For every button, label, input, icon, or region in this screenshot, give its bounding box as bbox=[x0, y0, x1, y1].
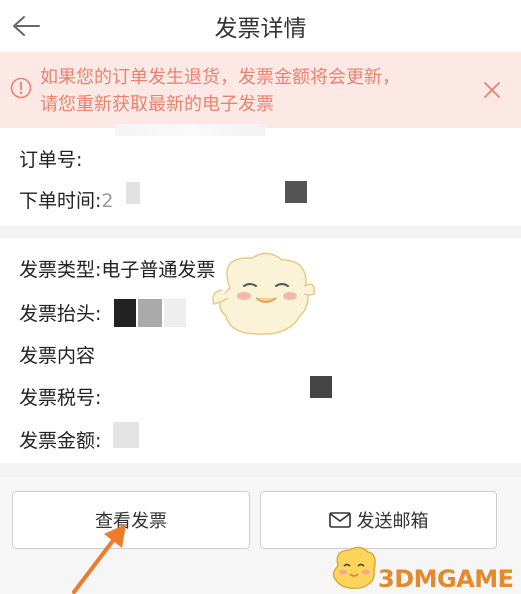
notice-close-button[interactable] bbox=[478, 76, 506, 104]
invoice-header-label: 发票抬头: bbox=[19, 303, 102, 325]
invoice-amount-label: 发票金额: bbox=[19, 430, 102, 452]
section-divider bbox=[0, 226, 521, 238]
redaction-blur bbox=[115, 124, 265, 136]
redaction-block bbox=[310, 376, 332, 398]
redaction-block bbox=[164, 299, 186, 327]
notice-line-1: 如果您的订单发生退货，发票金额将会更新， bbox=[40, 67, 400, 88]
invoice-content-label: 发票内容 bbox=[19, 345, 96, 367]
invoice-type-label: 发票类型: bbox=[19, 259, 102, 281]
send-email-label: 发送邮箱 bbox=[356, 511, 429, 532]
order-time-value: 2 bbox=[101, 190, 114, 212]
redaction-block bbox=[114, 299, 136, 327]
notice-line-2: 请您重新获取最新的电子发票 bbox=[40, 94, 274, 115]
info-circle-icon bbox=[10, 77, 32, 99]
header-bar: 发票详情 bbox=[0, 0, 521, 52]
watermark-mascot-icon bbox=[332, 546, 376, 589]
order-time-label: 下单时间: bbox=[19, 190, 102, 212]
order-no-label: 订单号: bbox=[19, 149, 83, 171]
notice-text: 如果您的订单发生退货，发票金额将会更新， 请您重新获取最新的电子发票 bbox=[40, 64, 460, 118]
page-title: 发票详情 bbox=[214, 16, 307, 42]
mascot-sticker bbox=[212, 252, 316, 335]
watermark-logo-text: 3DMGAME bbox=[378, 565, 514, 593]
invoice-type-value: 电子普通发票 bbox=[101, 259, 216, 281]
order-time-row: 下单时间:2 bbox=[19, 186, 114, 213]
invoice-type-row: 发票类型:电子普通发票 bbox=[19, 255, 215, 282]
send-email-button[interactable]: 发送邮箱 bbox=[260, 491, 497, 549]
redaction-block bbox=[138, 299, 162, 327]
redaction-block bbox=[126, 182, 140, 204]
redaction-block bbox=[113, 422, 139, 448]
annotation-arrow-icon bbox=[72, 524, 126, 594]
section-divider bbox=[0, 463, 521, 477]
close-icon bbox=[484, 82, 500, 98]
tax-no-label: 发票税号: bbox=[19, 387, 102, 409]
redaction-block bbox=[285, 181, 307, 203]
mail-icon bbox=[328, 512, 351, 528]
